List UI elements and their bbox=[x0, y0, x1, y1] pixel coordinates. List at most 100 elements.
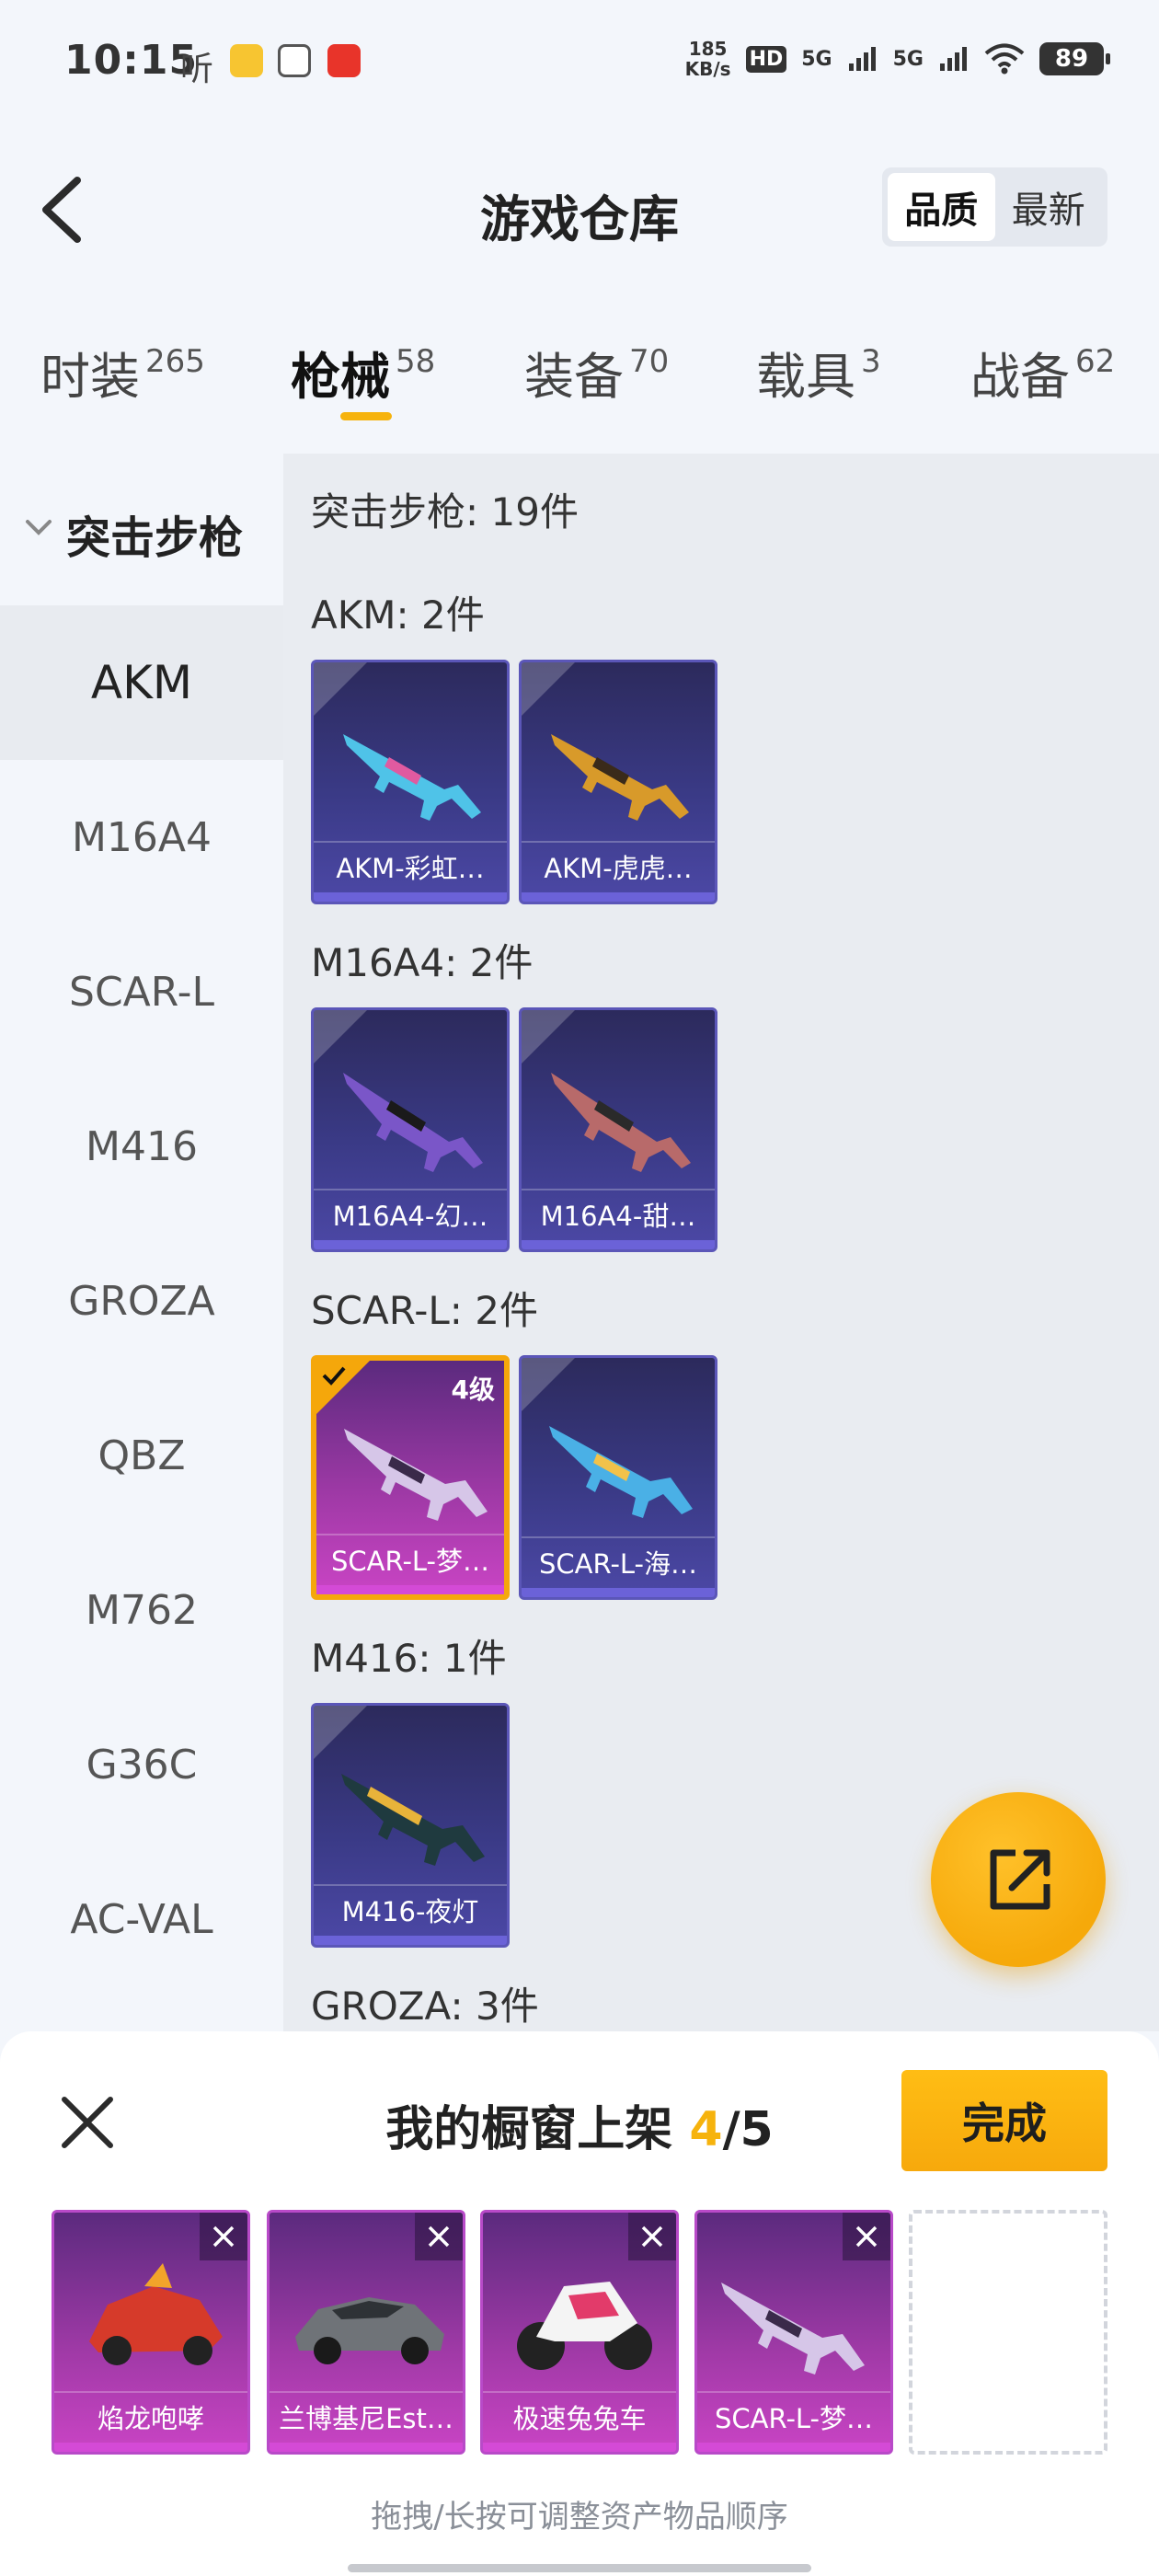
tab-count: 58 bbox=[396, 343, 436, 380]
net-speed-value: 185 bbox=[688, 38, 728, 60]
tab-fashion[interactable]: 时装 265 bbox=[40, 336, 205, 408]
net-speed: 185 KB/s bbox=[685, 39, 731, 79]
weapon-card[interactable]: M16A4-甜… bbox=[519, 1007, 717, 1252]
rifle-icon bbox=[549, 1426, 693, 1518]
remove-slot-button[interactable] bbox=[628, 2213, 676, 2260]
sidebar-item-ac-val[interactable]: AC-VAL bbox=[0, 1842, 283, 1996]
sidebar-item-groza[interactable]: GROZA bbox=[0, 1224, 283, 1378]
card-name: AKM-彩虹… bbox=[314, 841, 507, 892]
dragon-vehicle-icon bbox=[89, 2263, 223, 2365]
tab-count: 3 bbox=[861, 343, 881, 380]
rifle-icon bbox=[551, 734, 689, 821]
group-label-m416: M416: 1件 bbox=[311, 1636, 507, 1681]
hd-icon: HD bbox=[745, 45, 787, 73]
remove-slot-button[interactable] bbox=[415, 2213, 463, 2260]
tab-label: 载具 bbox=[756, 348, 855, 406]
showcase-slot[interactable]: 焰龙咆哮 bbox=[52, 2210, 250, 2455]
rifle-icon bbox=[343, 734, 481, 821]
weapon-card-selected[interactable]: 4级 SCAR-L-梦… bbox=[311, 1355, 510, 1600]
close-icon bbox=[641, 2225, 663, 2248]
showcase-slot[interactable]: SCAR-L-梦… bbox=[694, 2210, 893, 2455]
close-icon bbox=[428, 2225, 450, 2248]
weapon-card[interactable]: SCAR-L-海… bbox=[519, 1355, 717, 1600]
remove-slot-button[interactable] bbox=[200, 2213, 247, 2260]
tab-count: 70 bbox=[629, 343, 670, 380]
summary-label: 突击步枪: 19件 bbox=[311, 489, 579, 535]
showcase-slot[interactable]: 兰博基尼Est… bbox=[267, 2210, 465, 2455]
signal-bars-1-icon bbox=[848, 47, 876, 71]
ting-app-icon: 听 bbox=[180, 51, 214, 88]
showcase-slot[interactable]: 极速兔兔车 bbox=[480, 2210, 679, 2455]
tab-firearms[interactable]: 枪械 58 bbox=[291, 336, 435, 408]
sidebar: 突击步枪 AKM M16A4 SCAR-L M416 GROZA QBZ M76… bbox=[0, 454, 283, 2031]
share-button[interactable] bbox=[931, 1792, 1106, 1967]
sidebar-item-scar-l[interactable]: SCAR-L bbox=[0, 914, 283, 1069]
sidebar-item-akm[interactable]: AKM bbox=[0, 605, 283, 760]
group-label-akm: AKM: 2件 bbox=[311, 592, 485, 638]
empty-showcase-slot[interactable] bbox=[909, 2210, 1107, 2455]
sidebar-category-header[interactable]: 突击步枪 bbox=[0, 454, 283, 605]
rifle-icon bbox=[721, 2283, 865, 2375]
card-name: SCAR-L-海… bbox=[522, 1536, 715, 1588]
card-name: AKM-虎虎… bbox=[522, 841, 715, 892]
showcase-sheet: 我的橱窗上架 4/5 完成 焰龙咆哮 兰博基尼Est… 极速兔兔车 SCAR-L… bbox=[0, 2031, 1159, 2576]
news-app-icon bbox=[327, 44, 361, 77]
net-speed-unit: KB/s bbox=[684, 58, 731, 80]
category-tabs: 时装 265 枪械 58 装备 70 载具 3 战备 62 bbox=[0, 317, 1159, 437]
slot-name: 极速兔兔车 bbox=[483, 2391, 676, 2443]
status-bar: 10:15 听 185 KB/s HD 5G 5G 89 bbox=[0, 0, 1159, 124]
card-rarity-bar bbox=[483, 2443, 676, 2452]
remove-slot-button[interactable] bbox=[843, 2213, 890, 2260]
tab-supplies[interactable]: 战备 62 bbox=[970, 336, 1115, 408]
sidebar-item-m16a4[interactable]: M16A4 bbox=[0, 760, 283, 914]
card-rarity-bar bbox=[316, 1585, 504, 1594]
card-rarity-bar bbox=[697, 2443, 890, 2452]
sort-newest-button[interactable]: 最新 bbox=[995, 173, 1103, 241]
tab-label: 时装 bbox=[40, 348, 140, 406]
tab-vehicles[interactable]: 载具 3 bbox=[756, 336, 881, 408]
sidebar-item-m762[interactable]: M762 bbox=[0, 1533, 283, 1687]
tab-count: 265 bbox=[145, 343, 205, 380]
slot-name: 兰博基尼Est… bbox=[270, 2391, 463, 2443]
sidebar-item-m416[interactable]: M416 bbox=[0, 1069, 283, 1224]
weapon-card[interactable]: AKM-虎虎… bbox=[519, 660, 717, 904]
sidebar-item-g36c[interactable]: G36C bbox=[0, 1687, 283, 1842]
card-name: SCAR-L-梦… bbox=[316, 1534, 504, 1585]
notification-app-icon bbox=[230, 44, 263, 77]
rifle-icon bbox=[341, 1774, 485, 1866]
group-label-scar-l: SCAR-L: 2件 bbox=[311, 1288, 538, 1333]
rifle-icon bbox=[344, 1429, 488, 1521]
tab-count: 62 bbox=[1075, 343, 1116, 380]
card-name: M16A4-甜… bbox=[522, 1189, 715, 1240]
card-rarity-bar bbox=[522, 1240, 715, 1249]
card-name: M416-夜灯 bbox=[314, 1884, 507, 1936]
card-rarity-bar bbox=[522, 892, 715, 902]
close-icon bbox=[855, 2225, 878, 2248]
sort-quality-button[interactable]: 品质 bbox=[888, 173, 995, 241]
card-rarity-bar bbox=[314, 1240, 507, 1249]
signal-5g-2-icon: 5G bbox=[892, 47, 924, 71]
rifle-icon bbox=[551, 1073, 691, 1172]
sidebar-item-qbz[interactable]: QBZ bbox=[0, 1378, 283, 1533]
done-button[interactable]: 完成 bbox=[901, 2070, 1107, 2171]
status-time: 10:15 bbox=[64, 37, 199, 84]
tab-label: 枪械 bbox=[291, 348, 390, 406]
weapon-card[interactable]: M416-夜灯 bbox=[311, 1703, 510, 1948]
sort-toggle: 品质 最新 bbox=[882, 167, 1107, 247]
weapon-card[interactable]: AKM-彩虹… bbox=[311, 660, 510, 904]
reorder-hint: 拖拽/长按可调整资产物品顺序 bbox=[371, 2499, 788, 2536]
home-indicator[interactable] bbox=[348, 2564, 811, 2572]
close-icon bbox=[212, 2225, 235, 2248]
sidebar-category-label: 突击步枪 bbox=[66, 512, 244, 564]
status-right: 185 KB/s HD 5G 5G 89 bbox=[685, 39, 1110, 79]
card-rarity-bar bbox=[270, 2443, 463, 2452]
weapon-card[interactable]: M16A4-幻… bbox=[311, 1007, 510, 1252]
card-rarity-bar bbox=[314, 1936, 507, 1945]
card-rarity-bar bbox=[522, 1588, 715, 1597]
motorbike-icon bbox=[517, 2282, 652, 2370]
signal-5g-1-icon: 5G bbox=[801, 47, 832, 71]
header: 游戏仓库 品质 最新 bbox=[0, 156, 1159, 262]
share-icon bbox=[990, 1849, 1050, 1910]
group-label-m16a4: M16A4: 2件 bbox=[311, 940, 534, 985]
tab-equipment[interactable]: 装备 70 bbox=[524, 336, 669, 408]
